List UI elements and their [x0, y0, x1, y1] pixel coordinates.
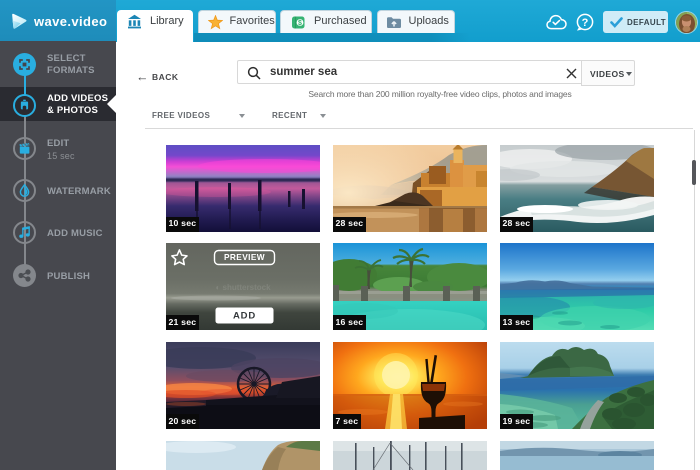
svg-text:PREVIEW: PREVIEW: [224, 252, 265, 262]
svg-text:ADD: ADD: [233, 311, 256, 322]
svg-text:?: ?: [582, 17, 589, 29]
svg-text:◐ shutterstock: ◐ shutterstock: [215, 283, 271, 292]
svg-text:$: $: [298, 20, 302, 27]
